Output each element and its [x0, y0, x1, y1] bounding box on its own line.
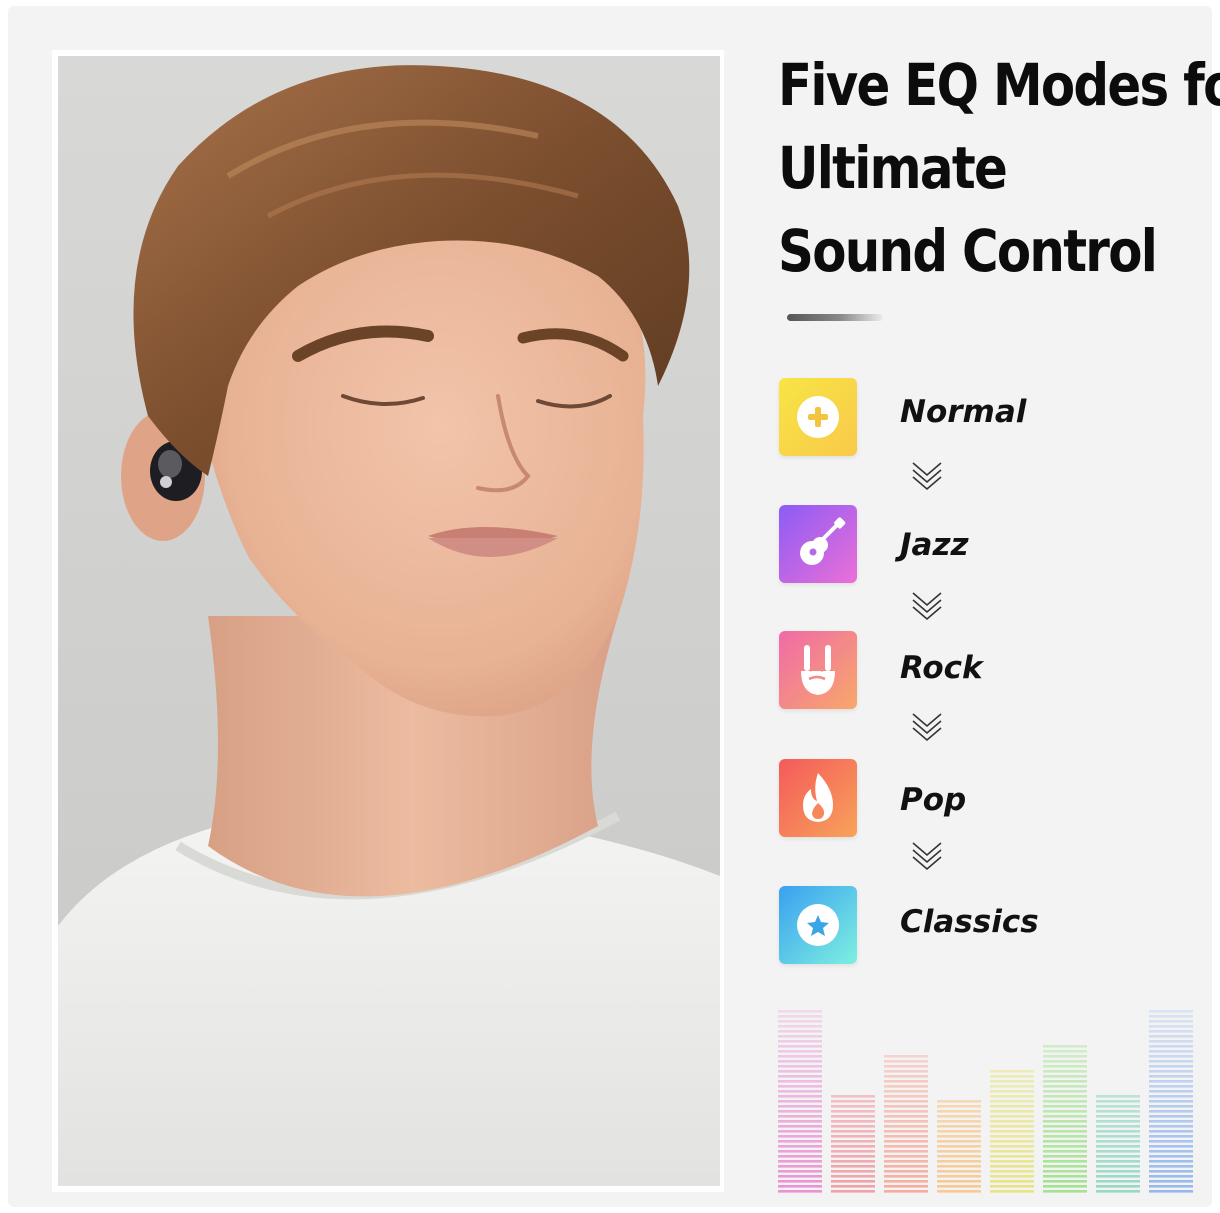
chevron-down-icon	[912, 713, 942, 742]
chevron-down-icon	[912, 462, 942, 491]
headline-line-2: Ultimate	[778, 134, 1008, 202]
headline: Five EQ Modes for Ultimate Sound Control	[778, 44, 1220, 293]
plus-circle-icon	[797, 396, 839, 438]
jazz-mode-icon	[779, 505, 857, 583]
pop-mode-icon	[779, 759, 857, 837]
equalizer-bar	[884, 1055, 928, 1193]
headline-line-1: Five EQ Modes for	[778, 51, 1220, 119]
equalizer-bar	[831, 1095, 875, 1193]
rock-hand-icon	[801, 645, 835, 695]
divider	[787, 314, 883, 321]
equalizer-graphic	[778, 1010, 1193, 1193]
classics-mode-icon	[779, 886, 857, 964]
equalizer-bar	[1043, 1045, 1087, 1193]
star-circle-icon	[797, 904, 839, 946]
mode-label-normal: Normal	[900, 394, 1027, 430]
model-photo	[58, 56, 720, 1186]
mode-label-pop: Pop	[900, 782, 967, 818]
flame-icon	[803, 773, 833, 822]
mode-label-classics: Classics	[900, 904, 1039, 940]
chevron-down-icon	[912, 592, 942, 621]
rock-mode-icon	[779, 631, 857, 709]
guitar-icon	[800, 517, 846, 565]
mode-label-jazz: Jazz	[900, 527, 969, 563]
normal-mode-icon	[779, 378, 857, 456]
equalizer-bar	[1096, 1095, 1140, 1193]
equalizer-bar	[1149, 1010, 1193, 1193]
equalizer-bar	[990, 1070, 1034, 1193]
headline-line-3: Sound Control	[778, 217, 1158, 285]
equalizer-bar	[778, 1010, 822, 1193]
mode-label-rock: Rock	[900, 650, 983, 686]
equalizer-bar	[937, 1100, 981, 1193]
chevron-down-icon	[912, 842, 942, 871]
